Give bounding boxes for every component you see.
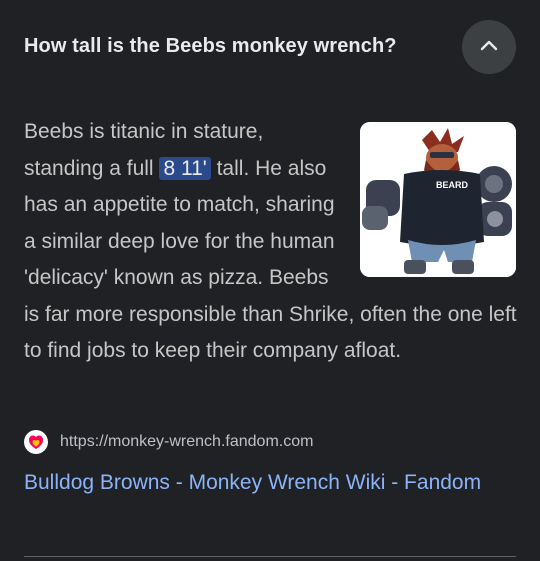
source-attribution[interactable]: https://monkey-wrench.fandom.com	[24, 430, 313, 454]
fandom-icon	[24, 430, 48, 454]
divider	[24, 556, 516, 557]
featured-snippet: How tall is the Beebs monkey wrench? BEA…	[0, 0, 540, 561]
question-heading[interactable]: How tall is the Beebs monkey wrench?	[24, 32, 397, 60]
answer-text: Beebs is titanic in stature, standing a …	[24, 114, 524, 370]
chevron-up-icon	[480, 38, 498, 56]
result-title-link[interactable]: Bulldog Browns - Monkey Wrench Wiki - Fa…	[24, 464, 504, 502]
source-url[interactable]: https://monkey-wrench.fandom.com	[60, 433, 313, 451]
thumbnail-spacer	[360, 114, 516, 279]
highlighted-height: 8 11'	[159, 156, 211, 180]
collapse-button[interactable]	[462, 20, 516, 74]
